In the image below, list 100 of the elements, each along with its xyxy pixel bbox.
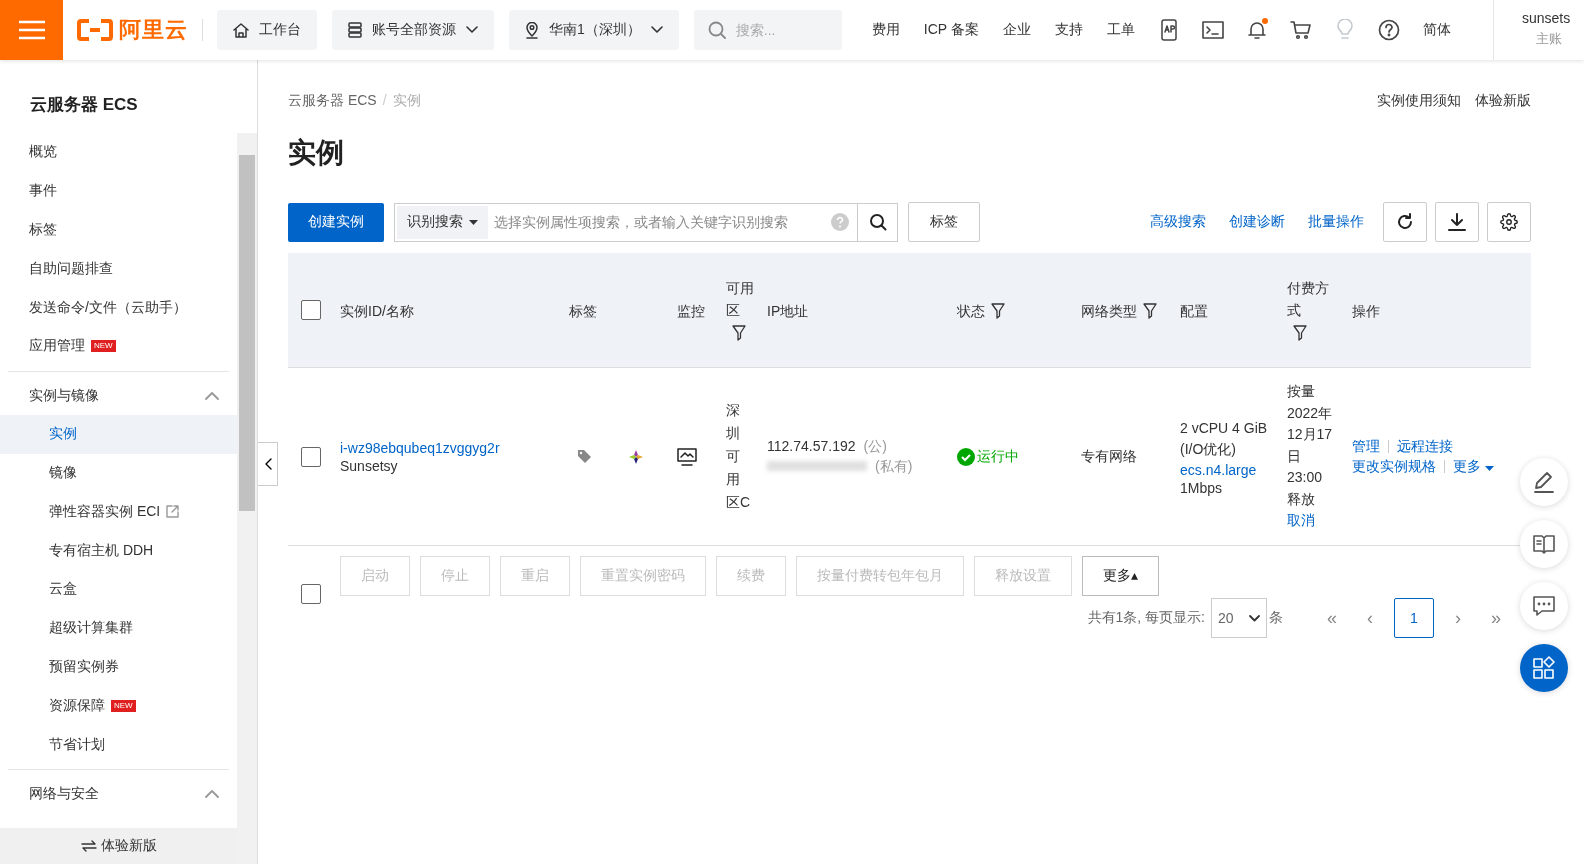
sidebar-item[interactable]: 自助问题排查	[0, 249, 237, 289]
toolbar-link[interactable]: 批量操作	[1308, 213, 1364, 231]
chevron-left-icon	[263, 458, 272, 470]
instance-id-link[interactable]: i-wz98ebqubeq1zvggyg2r	[340, 439, 500, 456]
sidebar-item[interactable]: 实例	[0, 414, 237, 454]
filter-icon[interactable]	[991, 302, 1005, 319]
swap-icon	[80, 840, 97, 852]
chat-icon	[1532, 595, 1556, 617]
sidebar-title: 云服务器 ECS	[29, 94, 139, 116]
sidebar-item[interactable]: 超级计算集群	[0, 608, 237, 648]
filter-icon[interactable]	[1293, 325, 1307, 342]
instance-name: Sunsetsy	[340, 457, 399, 474]
search-input[interactable]: 搜索...	[693, 10, 842, 50]
page-size-select[interactable]: 20	[1211, 598, 1267, 638]
floating-button[interactable]	[1520, 458, 1568, 506]
filter-icon[interactable]	[732, 325, 746, 342]
page-button[interactable]: 1	[1394, 598, 1434, 638]
sidebar-group[interactable]: 实例与镜像	[0, 376, 237, 415]
nav-link[interactable]: ICP 备案	[923, 21, 979, 39]
scrollbar[interactable]	[237, 133, 257, 864]
refresh-button[interactable]	[1383, 202, 1427, 242]
pagination-summary: 共有1条, 每页显示:	[1087, 609, 1205, 627]
topbar-selector[interactable]: 账号全部资源	[332, 10, 494, 50]
instance-type-link[interactable]: ecs.n4.large	[1180, 461, 1287, 478]
private-ip-label: (私有)	[875, 457, 913, 474]
language-link[interactable]: 简体	[1422, 21, 1451, 39]
collapse-sidebar-button[interactable]	[258, 442, 278, 486]
nav-link[interactable]: 支持	[1054, 21, 1083, 39]
nav-link[interactable]: 企业	[1002, 21, 1031, 39]
last-page-button[interactable]: »	[1477, 598, 1515, 638]
topbar-selector[interactable]: 华南1（深圳）	[509, 10, 679, 50]
chevron-icon	[205, 789, 219, 799]
sidebar-item[interactable]: 预留实例券	[0, 647, 237, 687]
action-link[interactable]: 远程连接	[1397, 437, 1453, 454]
more-dropdown[interactable]: 更多	[1453, 457, 1494, 474]
os-logo-icon	[628, 448, 644, 465]
action-link[interactable]: 更改实例规格	[1352, 457, 1436, 474]
config-spec: 2 vCPU 4 GiB (I/O优化)	[1180, 418, 1269, 459]
breadcrumb-link[interactable]: 云服务器 ECS	[288, 92, 377, 110]
sidebar-item[interactable]: 弹性容器实例 ECI	[0, 492, 237, 532]
sidebar-item[interactable]: 概览	[0, 133, 237, 172]
row-checkbox[interactable]	[301, 446, 321, 467]
chevron-icon	[205, 391, 219, 401]
sidebar-item[interactable]: 专有宿主机 DDH	[0, 531, 237, 570]
search-field[interactable]: 识别搜索 选择实例属性项搜索，或者输入关键字识别搜索	[394, 202, 898, 242]
page-size-unit: 条	[1269, 609, 1283, 627]
page-title: 实例	[288, 136, 345, 170]
select-all-checkbox[interactable]	[301, 300, 321, 320]
new-badge: NEW	[91, 340, 116, 353]
sidebar-group[interactable]: 网络与安全	[0, 774, 237, 813]
chevron-down-icon	[650, 26, 663, 34]
bulk-action-button[interactable]: 更多▴	[1082, 556, 1160, 596]
lightbulb-icon	[1336, 19, 1353, 41]
first-page-button[interactable]: «	[1313, 598, 1351, 638]
floating-button[interactable]	[1520, 644, 1568, 692]
sidebar-item[interactable]: 镜像	[0, 453, 237, 493]
billing-text: 按量 2022年12月17日 23:00 释放 取消	[1287, 382, 1334, 531]
switch-version-button[interactable]: 体验新版	[0, 828, 237, 864]
settings-button[interactable]	[1487, 202, 1531, 242]
monitor-icon[interactable]	[677, 447, 697, 466]
phone-app-icon	[1158, 19, 1179, 41]
tag-button[interactable]: 标签	[908, 202, 980, 242]
sidebar-item[interactable]: 节省计划	[0, 725, 237, 764]
topbar-selector[interactable]: 工作台	[217, 10, 317, 50]
floating-button[interactable]	[1520, 582, 1568, 630]
cart-icon	[1289, 20, 1312, 40]
logo-text: 阿里云	[119, 16, 188, 44]
next-page-button[interactable]: ›	[1439, 598, 1477, 638]
tag-icon[interactable]	[577, 449, 592, 464]
create-button[interactable]: 创建实例	[288, 202, 384, 242]
new-badge: NEW	[111, 699, 136, 712]
toolbar-link[interactable]: 创建诊断	[1229, 213, 1285, 231]
sidebar-item[interactable]: 标签	[0, 210, 237, 250]
account-name[interactable]: sunsets	[1522, 10, 1584, 26]
sidebar-item[interactable]: 发送命令/文件（云助手）	[0, 288, 237, 327]
filter-icon[interactable]	[1143, 302, 1157, 319]
column-header: 实例ID/名称	[340, 301, 414, 321]
previous-page-button[interactable]: ‹	[1351, 598, 1389, 638]
bulk-checkbox[interactable]	[301, 584, 321, 604]
header-link[interactable]: 实例使用须知	[1377, 92, 1461, 110]
nav-link[interactable]: 费用	[871, 21, 900, 39]
column-header: 状态	[957, 301, 985, 321]
floating-button[interactable]	[1520, 520, 1568, 568]
download-button[interactable]	[1435, 202, 1479, 242]
sidebar-item[interactable]: 云盒	[0, 569, 237, 609]
sidebar-item[interactable]: 事件	[0, 171, 237, 211]
bandwidth-text: 1Mbps	[1180, 479, 1224, 496]
notification-dot	[1261, 18, 1268, 24]
cancel-link[interactable]: 取消	[1287, 512, 1315, 529]
public-ip: 112.74.57.192	[767, 437, 856, 454]
menu-button[interactable]	[0, 0, 63, 60]
toolbar-link[interactable]: 高级搜索	[1150, 213, 1206, 231]
caret-icon	[1484, 465, 1494, 471]
header-link[interactable]: 体验新版	[1475, 92, 1531, 110]
zone-text: 深圳可用区C	[726, 401, 752, 512]
nav-link[interactable]: 工单	[1106, 21, 1135, 39]
sidebar-item[interactable]: 应用管理 NEW	[0, 327, 237, 366]
sidebar-item[interactable]: 资源保障 NEW	[0, 686, 237, 726]
search-mode-dropdown[interactable]: 识别搜索	[397, 205, 488, 239]
action-link[interactable]: 管理	[1352, 437, 1380, 454]
